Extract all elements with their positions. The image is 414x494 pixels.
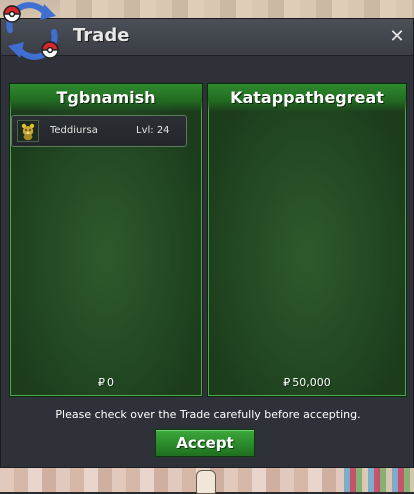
pokemon-level: Lvl: 24 (136, 125, 170, 136)
teddiursa-sprite-icon (17, 120, 39, 142)
close-icon[interactable]: ✕ (387, 27, 407, 47)
pokedollar-icon: ₽ (98, 376, 105, 389)
money-offer-partner: ₽50,000 (208, 376, 406, 390)
offered-pokemon-item[interactable]: Teddiursa Lvl: 24 (11, 115, 187, 147)
game-world-flowers (344, 468, 414, 492)
money-amount-partner: 50,000 (292, 376, 331, 389)
pokemon-name: Teddiursa (50, 125, 98, 136)
trade-notice: Please check over the Trade carefully be… (55, 408, 361, 421)
trade-window: Trade ✕ Tgbnamish ₽0 Katappathegreat ₽50… (0, 18, 414, 468)
money-amount-self: 0 (107, 376, 114, 389)
pokedollar-icon: ₽ (283, 376, 291, 389)
game-world-character (196, 470, 216, 494)
player-name-partner: Katappathegreat (230, 88, 384, 107)
trade-swap-icon (0, 0, 64, 62)
player-name-self: Tgbnamish (56, 88, 156, 107)
trade-panel-partner: Katappathegreat ₽50,000 (207, 83, 407, 397)
window-title: Trade (73, 25, 130, 46)
money-offer-self: ₽0 (10, 376, 202, 390)
accept-button[interactable]: Accept (155, 429, 255, 457)
